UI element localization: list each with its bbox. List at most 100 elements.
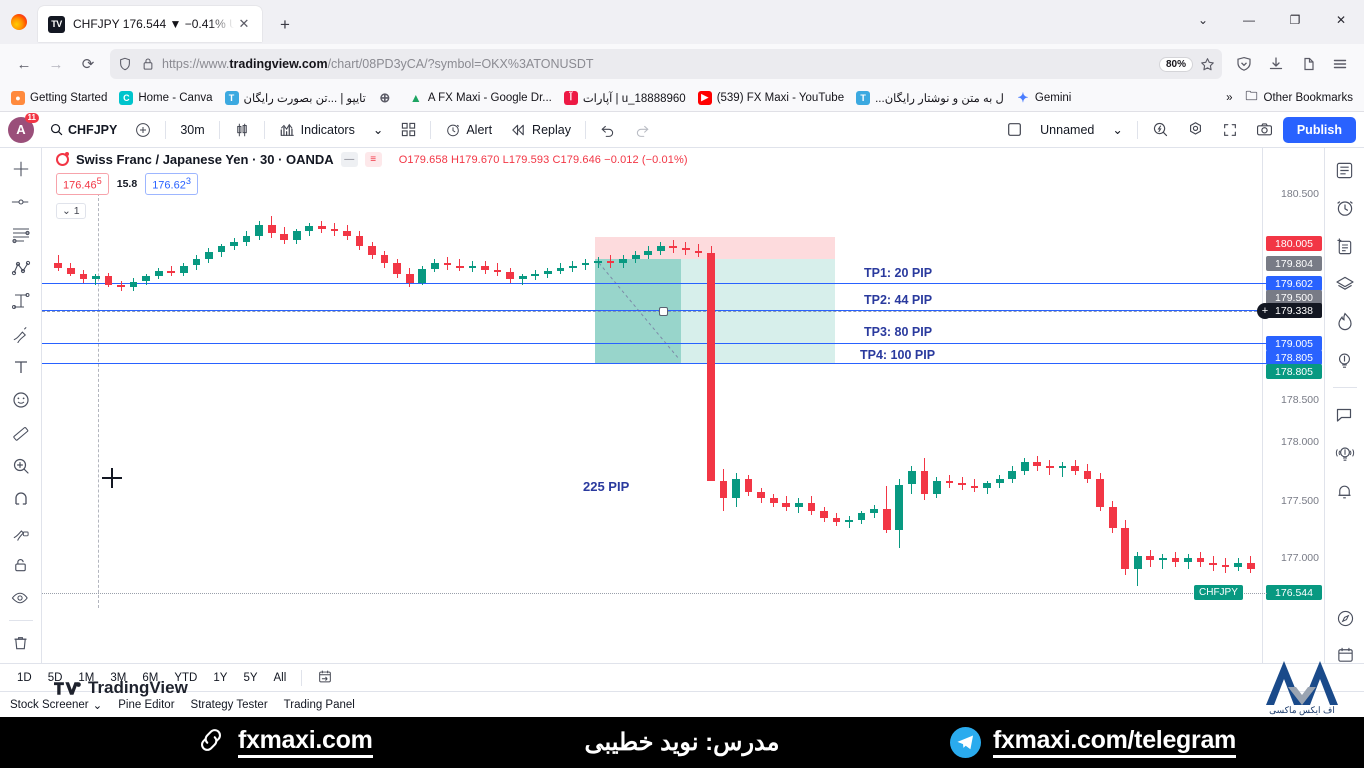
other-bookmarks-folder[interactable]: 🗀 Other Bookmarks bbox=[1240, 88, 1358, 108]
bookmark-item[interactable]: T تایپو | ...تن بصورت رایگان bbox=[220, 88, 371, 108]
zoom-in-icon[interactable] bbox=[5, 451, 37, 481]
emoji-icon[interactable] bbox=[5, 385, 37, 415]
indicators-chevron-down-icon[interactable]: ⌄ bbox=[365, 116, 391, 144]
bookmark-item[interactable]: T ...ل به متن و نوشتار رایگان bbox=[851, 88, 1009, 108]
back-icon[interactable]: ← bbox=[8, 49, 40, 79]
chart-canvas[interactable]: Swiss Franc / Japanese Yen · 30 · OANDA … bbox=[42, 148, 1324, 708]
replay-button[interactable]: Replay bbox=[502, 116, 579, 144]
cross-cursor-icon[interactable] bbox=[5, 154, 37, 184]
layers-icon[interactable] bbox=[1330, 270, 1360, 298]
trading-panel-button[interactable]: Trading Panel bbox=[284, 699, 355, 711]
legend-hide-icon[interactable]: — bbox=[340, 152, 358, 167]
undo-icon[interactable] bbox=[592, 116, 624, 144]
star-icon[interactable] bbox=[1199, 56, 1216, 73]
remove-drawings-icon[interactable] bbox=[5, 628, 37, 658]
range-1d[interactable]: 1D bbox=[10, 669, 39, 687]
url-text[interactable]: https://www.tradingview.com/chart/08PD3y… bbox=[162, 57, 1153, 71]
trend-line-icon[interactable] bbox=[5, 187, 37, 217]
hide-drawings-icon[interactable] bbox=[5, 583, 37, 613]
notes-add-icon[interactable] bbox=[1330, 232, 1360, 260]
shield-icon[interactable] bbox=[116, 56, 133, 73]
alert-button[interactable]: Alert bbox=[437, 116, 500, 144]
stock-screener-chevron-down-icon[interactable]: ⌄ bbox=[93, 698, 103, 712]
compass-icon[interactable] bbox=[1330, 604, 1360, 632]
magnet-icon[interactable] bbox=[5, 484, 37, 514]
banner-telegram[interactable]: fxmaxi.com/telegram bbox=[949, 727, 1236, 759]
layout-square-icon[interactable] bbox=[999, 116, 1030, 144]
snapshot-search-icon[interactable] bbox=[1144, 116, 1177, 144]
watchlist-icon[interactable] bbox=[1330, 156, 1360, 184]
layout-chevron-down-icon[interactable]: ⌄ bbox=[1104, 116, 1130, 144]
text-icon[interactable] bbox=[5, 352, 37, 382]
address-bar[interactable]: https://www.tradingview.com/chart/08PD3y… bbox=[110, 49, 1222, 79]
avatar[interactable]: A 11 bbox=[8, 112, 39, 143]
browser-tab[interactable]: TV CHFJPY 176.544 ▼ −0.41% Unn ✕ bbox=[38, 6, 262, 42]
add-alert-plus-icon[interactable]: + bbox=[1257, 303, 1273, 319]
legend-collapse-chip[interactable]: ⌄ 1 bbox=[56, 202, 86, 219]
symbol-search[interactable]: CHFJPY bbox=[42, 116, 125, 144]
range-5y[interactable]: 5Y bbox=[236, 669, 264, 687]
zoom-level-badge[interactable]: 80% bbox=[1158, 56, 1193, 72]
tab-list-chevron-down-icon[interactable]: ⌄ bbox=[1180, 0, 1226, 40]
pine-editor-button[interactable]: Pine Editor bbox=[118, 699, 174, 711]
publish-button[interactable]: Publish bbox=[1282, 116, 1356, 143]
redo-icon[interactable] bbox=[626, 116, 658, 144]
tp2-line[interactable] bbox=[42, 310, 1267, 311]
close-icon[interactable]: ✕ bbox=[234, 14, 254, 34]
interval-selector[interactable]: 30m bbox=[172, 116, 212, 144]
add-symbol-button[interactable] bbox=[127, 116, 159, 144]
camera-icon[interactable] bbox=[1248, 116, 1281, 144]
price-tag-tp3: 179.005 bbox=[1266, 336, 1322, 351]
gear-icon[interactable] bbox=[1179, 116, 1212, 144]
broadcast-ideas-icon[interactable] bbox=[1330, 439, 1360, 467]
fullscreen-icon[interactable] bbox=[1214, 116, 1246, 144]
banner-website[interactable]: fxmaxi.com bbox=[196, 727, 373, 759]
hotlist-flame-icon[interactable] bbox=[1330, 308, 1360, 336]
downloads-icon[interactable] bbox=[1260, 49, 1292, 79]
tp4-line[interactable] bbox=[42, 363, 1267, 364]
position-anchor-handle[interactable] bbox=[659, 307, 668, 316]
window-close-icon[interactable]: ✕ bbox=[1318, 0, 1364, 40]
alerts-clock-icon[interactable] bbox=[1330, 194, 1360, 222]
bookmark-label: ...ل به متن و نوشتار رایگان bbox=[875, 92, 1004, 105]
bookmark-item[interactable]: ✦ Gemini bbox=[1011, 88, 1076, 108]
grid-icon[interactable] bbox=[393, 116, 424, 144]
fib-retracement-icon[interactable] bbox=[5, 220, 37, 250]
goto-date-icon[interactable] bbox=[310, 666, 340, 690]
maximize-icon[interactable]: ❐ bbox=[1272, 0, 1318, 40]
brush-icon[interactable] bbox=[5, 319, 37, 349]
pocket-icon[interactable] bbox=[1228, 49, 1260, 79]
menu-icon[interactable] bbox=[1324, 49, 1356, 79]
bookmarks-overflow-icon[interactable]: » bbox=[1221, 89, 1237, 107]
range-1y[interactable]: 1Y bbox=[206, 669, 234, 687]
measure-ruler-icon[interactable] bbox=[5, 418, 37, 448]
candle-style-icon[interactable] bbox=[226, 116, 258, 144]
lock-drawings-icon[interactable] bbox=[5, 550, 37, 580]
range-all[interactable]: All bbox=[267, 669, 294, 687]
price-axis[interactable]: 180.500 180.005 179.804 179.602 179.500 … bbox=[1257, 148, 1324, 708]
stock-screener-button[interactable]: Stock Screener ⌄ bbox=[10, 698, 102, 712]
bookmark-item[interactable]: ⊕ bbox=[373, 88, 402, 108]
forward-icon[interactable]: → bbox=[40, 49, 72, 79]
bookmark-item[interactable]: ▲ A FX Maxi - Google Dr... bbox=[404, 88, 557, 108]
new-tab-button[interactable]: + bbox=[270, 10, 300, 40]
bookmark-item[interactable]: آ آپارات | u_18888960 bbox=[559, 88, 691, 108]
bookmark-item[interactable]: ▶ (539) FX Maxi - YouTube bbox=[693, 88, 849, 108]
bookmark-item[interactable]: ● Getting Started bbox=[6, 88, 112, 108]
minimize-icon[interactable]: — bbox=[1226, 0, 1272, 40]
notifications-bell-icon[interactable] bbox=[1330, 477, 1360, 505]
strategy-tester-button[interactable]: Strategy Tester bbox=[191, 699, 268, 711]
pitchfork-icon[interactable] bbox=[5, 253, 37, 283]
account-icon[interactable] bbox=[1292, 49, 1324, 79]
drawing-mode-lock-icon[interactable] bbox=[5, 517, 37, 547]
tp3-line[interactable] bbox=[42, 343, 1267, 344]
tp1-line[interactable] bbox=[42, 283, 1267, 284]
reload-icon[interactable]: ⟳ bbox=[72, 49, 104, 79]
bookmark-item[interactable]: C Home - Canva bbox=[114, 88, 217, 108]
long-position-icon[interactable] bbox=[5, 286, 37, 316]
chat-icon[interactable] bbox=[1330, 401, 1360, 429]
legend-settings-icon[interactable]: ≡ bbox=[364, 152, 382, 167]
layout-name[interactable]: Unnamed bbox=[1032, 116, 1102, 144]
indicators-button[interactable]: Indicators bbox=[271, 116, 363, 144]
ideas-bulb-icon[interactable] bbox=[1330, 346, 1360, 374]
